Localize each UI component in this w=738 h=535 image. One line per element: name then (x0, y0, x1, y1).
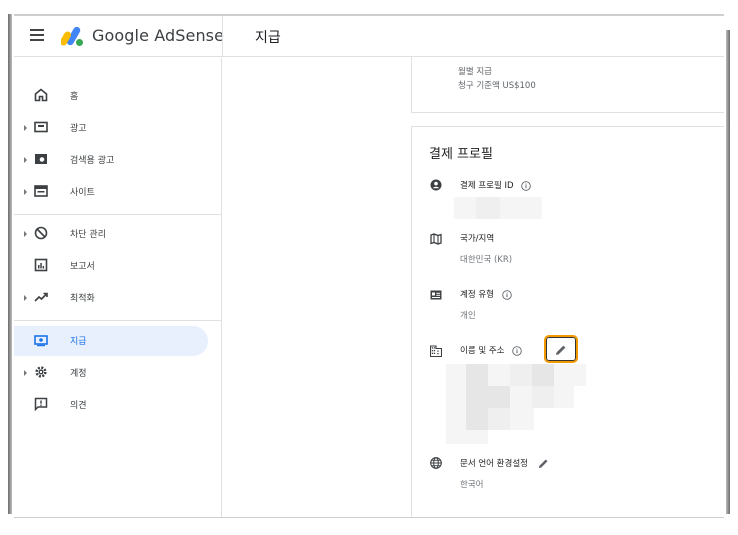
globe-icon (430, 457, 442, 469)
sidebar-item-label: 검색용 광고 (70, 156, 115, 166)
chevron-right-icon[interactable] (24, 189, 27, 195)
block-icon (34, 226, 48, 240)
payment-icon (34, 335, 48, 347)
payment-profile-title: 결제 프로필 (429, 147, 493, 162)
name-address-row: 이름 및 주소 (460, 344, 522, 356)
account-type-row: 계정 유형 (460, 288, 512, 300)
redacted-block (466, 364, 488, 386)
redacted-block (532, 364, 554, 386)
screenshot-frame: Google AdSense 지급 홈 광고 검색용 광고 사이트 차단 관리 … (0, 0, 738, 535)
report-icon (34, 258, 48, 272)
edit-name-address-button[interactable] (544, 335, 578, 363)
sidebar-item-account[interactable]: 계정 (14, 358, 208, 388)
redacted-block (476, 197, 500, 219)
feedback-icon (34, 397, 48, 411)
brand-name: Google AdSense (92, 26, 224, 45)
sidebar-item-label: 홈 (70, 92, 79, 102)
brand-google: Google (92, 26, 150, 45)
name-address-label: 이름 및 주소 (460, 346, 505, 356)
chevron-right-icon[interactable] (24, 231, 27, 237)
search-ad-icon (35, 154, 47, 164)
redacted-block (466, 386, 510, 408)
sidebar-item-home[interactable]: 홈 (14, 81, 208, 111)
profile-id-label: 결제 프로필 ID (460, 181, 514, 191)
home-icon (34, 88, 48, 102)
sidebar-item-label: 최적화 (70, 294, 95, 304)
redacted-block (488, 408, 510, 430)
redacted-block (510, 364, 532, 386)
map-icon (430, 233, 442, 245)
menu-icon[interactable] (30, 29, 44, 41)
torn-edge-right (726, 30, 730, 514)
payment-profile-card: 결제 프로필 결제 프로필 ID 국가/지역 대한민국 (KR) 계정 유형 개… (411, 126, 724, 517)
top-header: Google AdSense 지급 (14, 16, 724, 57)
redacted-address-line (446, 430, 488, 444)
gear-icon (35, 366, 47, 378)
sidebar-item-sites[interactable]: 사이트 (14, 177, 208, 207)
adsense-app: Google AdSense 지급 홈 광고 검색용 광고 사이트 차단 관리 … (14, 16, 724, 517)
pencil-icon (556, 345, 566, 355)
trending-icon (34, 292, 48, 302)
sidebar-item-label: 차단 관리 (70, 230, 106, 240)
id-card-icon (430, 290, 442, 300)
sidebar-item-blocking[interactable]: 차단 관리 (14, 219, 208, 249)
country-label: 국가/지역 (460, 234, 495, 244)
adsense-logo-icon (61, 26, 83, 46)
sidebar-item-label: 의견 (70, 401, 87, 411)
torn-edge-left (8, 14, 12, 514)
info-icon[interactable] (501, 289, 512, 300)
sidebar-item-label: 계정 (70, 369, 87, 379)
pencil-icon[interactable] (538, 458, 549, 469)
chevron-right-icon[interactable] (24, 157, 27, 163)
sidebar-divider (14, 320, 222, 321)
page-title: 지급 (255, 30, 281, 46)
sidebar-item-payments[interactable]: 지급 (14, 326, 208, 356)
payment-threshold: 청구 기준액 US$100 (458, 81, 536, 91)
torn-edge-bottom (14, 517, 724, 518)
sidebar-divider (14, 214, 222, 215)
sidebar-item-label: 보고서 (70, 262, 95, 272)
sidebar-item-optimization[interactable]: 최적화 (14, 283, 208, 313)
doc-language-value: 한국어 (460, 480, 484, 490)
sidebar-item-label: 광고 (70, 124, 87, 134)
sidebar-item-label: 사이트 (70, 188, 95, 198)
sidebar-item-reports[interactable]: 보고서 (14, 251, 208, 281)
account-type-label: 계정 유형 (460, 290, 494, 300)
chevron-right-icon[interactable] (24, 370, 27, 376)
chevron-right-icon[interactable] (24, 125, 27, 131)
main-content: 월별 지급 청구 기준액 US$100 결제 프로필 결제 프로필 ID 국가/… (223, 57, 724, 517)
ad-icon (34, 121, 48, 133)
sidebar-item-feedback[interactable]: 의견 (14, 390, 208, 420)
account-type-value: 개인 (460, 311, 476, 321)
sidebar-item-ads[interactable]: 광고 (14, 113, 208, 143)
chevron-right-icon[interactable] (24, 295, 27, 301)
payment-frequency: 월별 지급 (458, 67, 492, 77)
brand-product: AdSense (154, 26, 225, 45)
building-icon (430, 345, 442, 357)
redacted-block (466, 408, 488, 430)
sidebar-item-search-ads[interactable]: 검색용 광고 (14, 145, 208, 175)
info-icon[interactable] (521, 180, 532, 191)
payment-schedule-card: 월별 지급 청구 기준액 US$100 (411, 57, 724, 113)
sidebar-item-label: 지급 (70, 337, 87, 347)
profile-id-row: 결제 프로필 ID (460, 179, 532, 191)
country-value: 대한민국 (KR) (460, 255, 513, 265)
info-icon[interactable] (512, 345, 522, 356)
redacted-block (532, 386, 554, 408)
doc-language-label: 문서 언어 환경설정 (460, 459, 528, 469)
sidebar-nav: 홈 광고 검색용 광고 사이트 차단 관리 보고서 최적화 지급 계정 의견 (14, 58, 222, 517)
account-circle-icon (430, 179, 442, 191)
header-divider (222, 16, 223, 57)
site-icon (34, 185, 48, 197)
doc-language-row: 문서 언어 환경설정 (460, 457, 549, 469)
